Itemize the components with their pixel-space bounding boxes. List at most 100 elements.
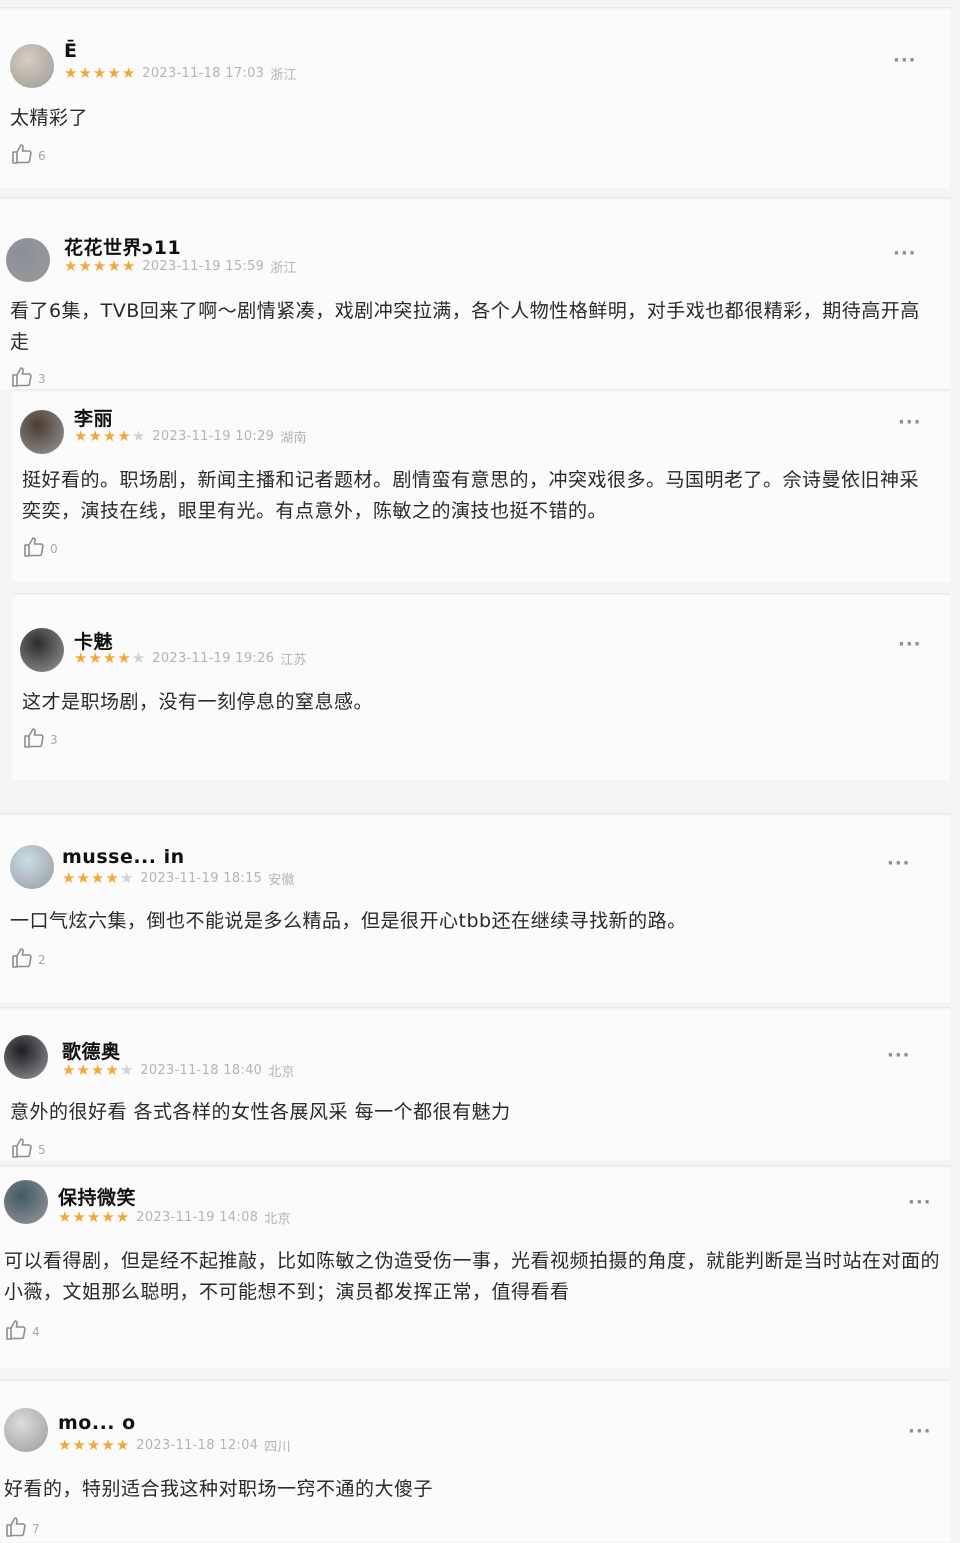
username[interactable]: mo... o bbox=[58, 1412, 136, 1434]
star-icon: ★ bbox=[92, 64, 107, 82]
star-icon: ★ bbox=[131, 427, 146, 445]
star-icon: ★ bbox=[115, 1208, 130, 1226]
rating-row: ★ ★ ★ ★ ★ 2023-11-19 10:29 湖南 bbox=[74, 427, 307, 447]
like-button[interactable]: 6 bbox=[10, 142, 46, 170]
star-icon: ★ bbox=[78, 64, 92, 82]
star-icon: ★ bbox=[58, 1208, 72, 1226]
like-count: 4 bbox=[32, 1325, 40, 1339]
comment-card bbox=[0, 197, 950, 390]
thumbs-up-icon[interactable] bbox=[10, 142, 34, 170]
like-button[interactable]: 2 bbox=[10, 946, 46, 974]
more-icon[interactable]: ··· bbox=[898, 634, 922, 655]
comment-location: 安徽 bbox=[268, 873, 295, 888]
star-icon: ★ bbox=[115, 1436, 130, 1454]
thumbs-up-icon[interactable] bbox=[10, 365, 34, 393]
star-icon: ★ bbox=[101, 1208, 115, 1226]
like-button[interactable]: 7 bbox=[4, 1515, 40, 1543]
username[interactable]: musse... in bbox=[62, 846, 185, 868]
star-rating: ★ ★ ★ ★ ★ bbox=[74, 651, 146, 666]
comment-text: 太精彩了 bbox=[10, 107, 89, 129]
star-icon: ★ bbox=[74, 427, 88, 445]
comment-date: 2023-11-19 15:59 bbox=[142, 259, 265, 274]
comment-location: 北京 bbox=[264, 1212, 291, 1227]
comment-date: 2023-11-18 18:40 bbox=[140, 1063, 263, 1078]
star-icon: ★ bbox=[90, 1061, 105, 1079]
star-icon: ★ bbox=[107, 64, 121, 82]
rating-row: ★ ★ ★ ★ ★ 2023-11-19 14:08 北京 bbox=[58, 1208, 291, 1228]
thumbs-up-icon[interactable] bbox=[22, 726, 46, 754]
comment-date: 2023-11-19 10:29 bbox=[152, 429, 275, 444]
rating-row: ★ ★ ★ ★ ★ 2023-11-19 18:15 安徽 bbox=[62, 869, 295, 889]
comment-date: 2023-11-18 17:03 bbox=[142, 66, 265, 81]
star-icon: ★ bbox=[64, 64, 78, 82]
comment-location: 浙江 bbox=[270, 68, 297, 83]
avatar[interactable] bbox=[4, 1035, 48, 1079]
star-icon: ★ bbox=[62, 869, 76, 887]
star-rating: ★ ★ ★ ★ ★ bbox=[64, 66, 136, 81]
more-icon[interactable]: ··· bbox=[893, 243, 917, 264]
star-icon: ★ bbox=[90, 869, 105, 887]
more-icon[interactable]: ··· bbox=[898, 412, 922, 433]
thumbs-up-icon[interactable] bbox=[4, 1515, 28, 1543]
star-icon: ★ bbox=[117, 427, 131, 445]
star-icon: ★ bbox=[107, 257, 121, 275]
star-icon: ★ bbox=[62, 1061, 76, 1079]
more-icon[interactable]: ··· bbox=[908, 1192, 932, 1213]
avatar[interactable] bbox=[20, 410, 64, 454]
comment-location: 湖南 bbox=[280, 431, 307, 446]
more-icon[interactable]: ··· bbox=[908, 1421, 932, 1442]
star-rating: ★ ★ ★ ★ ★ bbox=[58, 1438, 130, 1453]
avatar[interactable] bbox=[6, 238, 50, 282]
star-rating: ★ ★ ★ ★ ★ bbox=[58, 1210, 130, 1225]
star-icon: ★ bbox=[74, 649, 88, 667]
like-button[interactable]: 4 bbox=[4, 1318, 40, 1346]
like-button[interactable]: 3 bbox=[22, 726, 58, 754]
like-count: 6 bbox=[38, 149, 46, 163]
comment-location: 江苏 bbox=[280, 653, 307, 668]
more-icon[interactable]: ··· bbox=[893, 50, 917, 71]
comment-card bbox=[0, 7, 950, 188]
more-icon[interactable]: ··· bbox=[887, 853, 911, 874]
rating-row: ★ ★ ★ ★ ★ 2023-11-19 15:59 浙江 bbox=[64, 257, 297, 277]
like-button[interactable]: 0 bbox=[22, 535, 58, 563]
avatar[interactable] bbox=[4, 1180, 48, 1224]
star-rating: ★ ★ ★ ★ ★ bbox=[74, 429, 146, 444]
thumbs-up-icon[interactable] bbox=[4, 1318, 28, 1346]
thumbs-up-icon[interactable] bbox=[10, 1136, 34, 1164]
avatar[interactable] bbox=[10, 44, 54, 88]
star-icon: ★ bbox=[76, 1061, 90, 1079]
username[interactable]: 保持微笑 bbox=[58, 1183, 136, 1210]
comment-text: 看了6集，TVB回来了啊～剧情紧凑，戏剧冲突拉满，各个人物性格鲜明，对手戏也都很… bbox=[10, 300, 920, 353]
thumbs-up-icon[interactable] bbox=[22, 535, 46, 563]
star-rating: ★ ★ ★ ★ ★ bbox=[62, 1063, 134, 1078]
like-button[interactable]: 3 bbox=[10, 365, 46, 393]
star-icon: ★ bbox=[64, 257, 78, 275]
comment-date: 2023-11-19 18:15 bbox=[140, 871, 263, 886]
star-icon: ★ bbox=[121, 257, 136, 275]
comment-card bbox=[0, 1379, 950, 1542]
username[interactable]: 花花世界ɔ11 bbox=[64, 233, 181, 260]
username[interactable]: 歌德奥 bbox=[62, 1037, 121, 1064]
star-icon: ★ bbox=[102, 427, 117, 445]
avatar[interactable] bbox=[10, 845, 54, 889]
more-icon[interactable]: ··· bbox=[887, 1045, 911, 1066]
comment-text: 可以看得剧，但是经不起推敲，比如陈敏之伪造受伤一事，光看视频拍摄的角度，就能判断… bbox=[4, 1250, 941, 1303]
star-icon: ★ bbox=[105, 1061, 119, 1079]
comment-text: 好看的，特别适合我这种对职场一窍不通的大傻子 bbox=[4, 1478, 434, 1500]
like-button[interactable]: 5 bbox=[10, 1136, 46, 1164]
rating-row: ★ ★ ★ ★ ★ 2023-11-19 19:26 江苏 bbox=[74, 649, 307, 669]
like-count: 3 bbox=[50, 733, 58, 747]
star-icon: ★ bbox=[78, 257, 92, 275]
star-icon: ★ bbox=[101, 1436, 115, 1454]
star-icon: ★ bbox=[76, 869, 90, 887]
avatar[interactable] bbox=[4, 1408, 48, 1452]
comment-location: 北京 bbox=[268, 1065, 295, 1080]
username[interactable]: Ē bbox=[64, 40, 77, 62]
like-count: 3 bbox=[38, 372, 46, 386]
like-count: 2 bbox=[38, 953, 46, 967]
avatar[interactable] bbox=[20, 628, 64, 672]
thumbs-up-icon[interactable] bbox=[10, 946, 34, 974]
comment-date: 2023-11-18 12:04 bbox=[136, 1438, 259, 1453]
comment-date: 2023-11-19 14:08 bbox=[136, 1210, 259, 1225]
star-icon: ★ bbox=[102, 649, 117, 667]
